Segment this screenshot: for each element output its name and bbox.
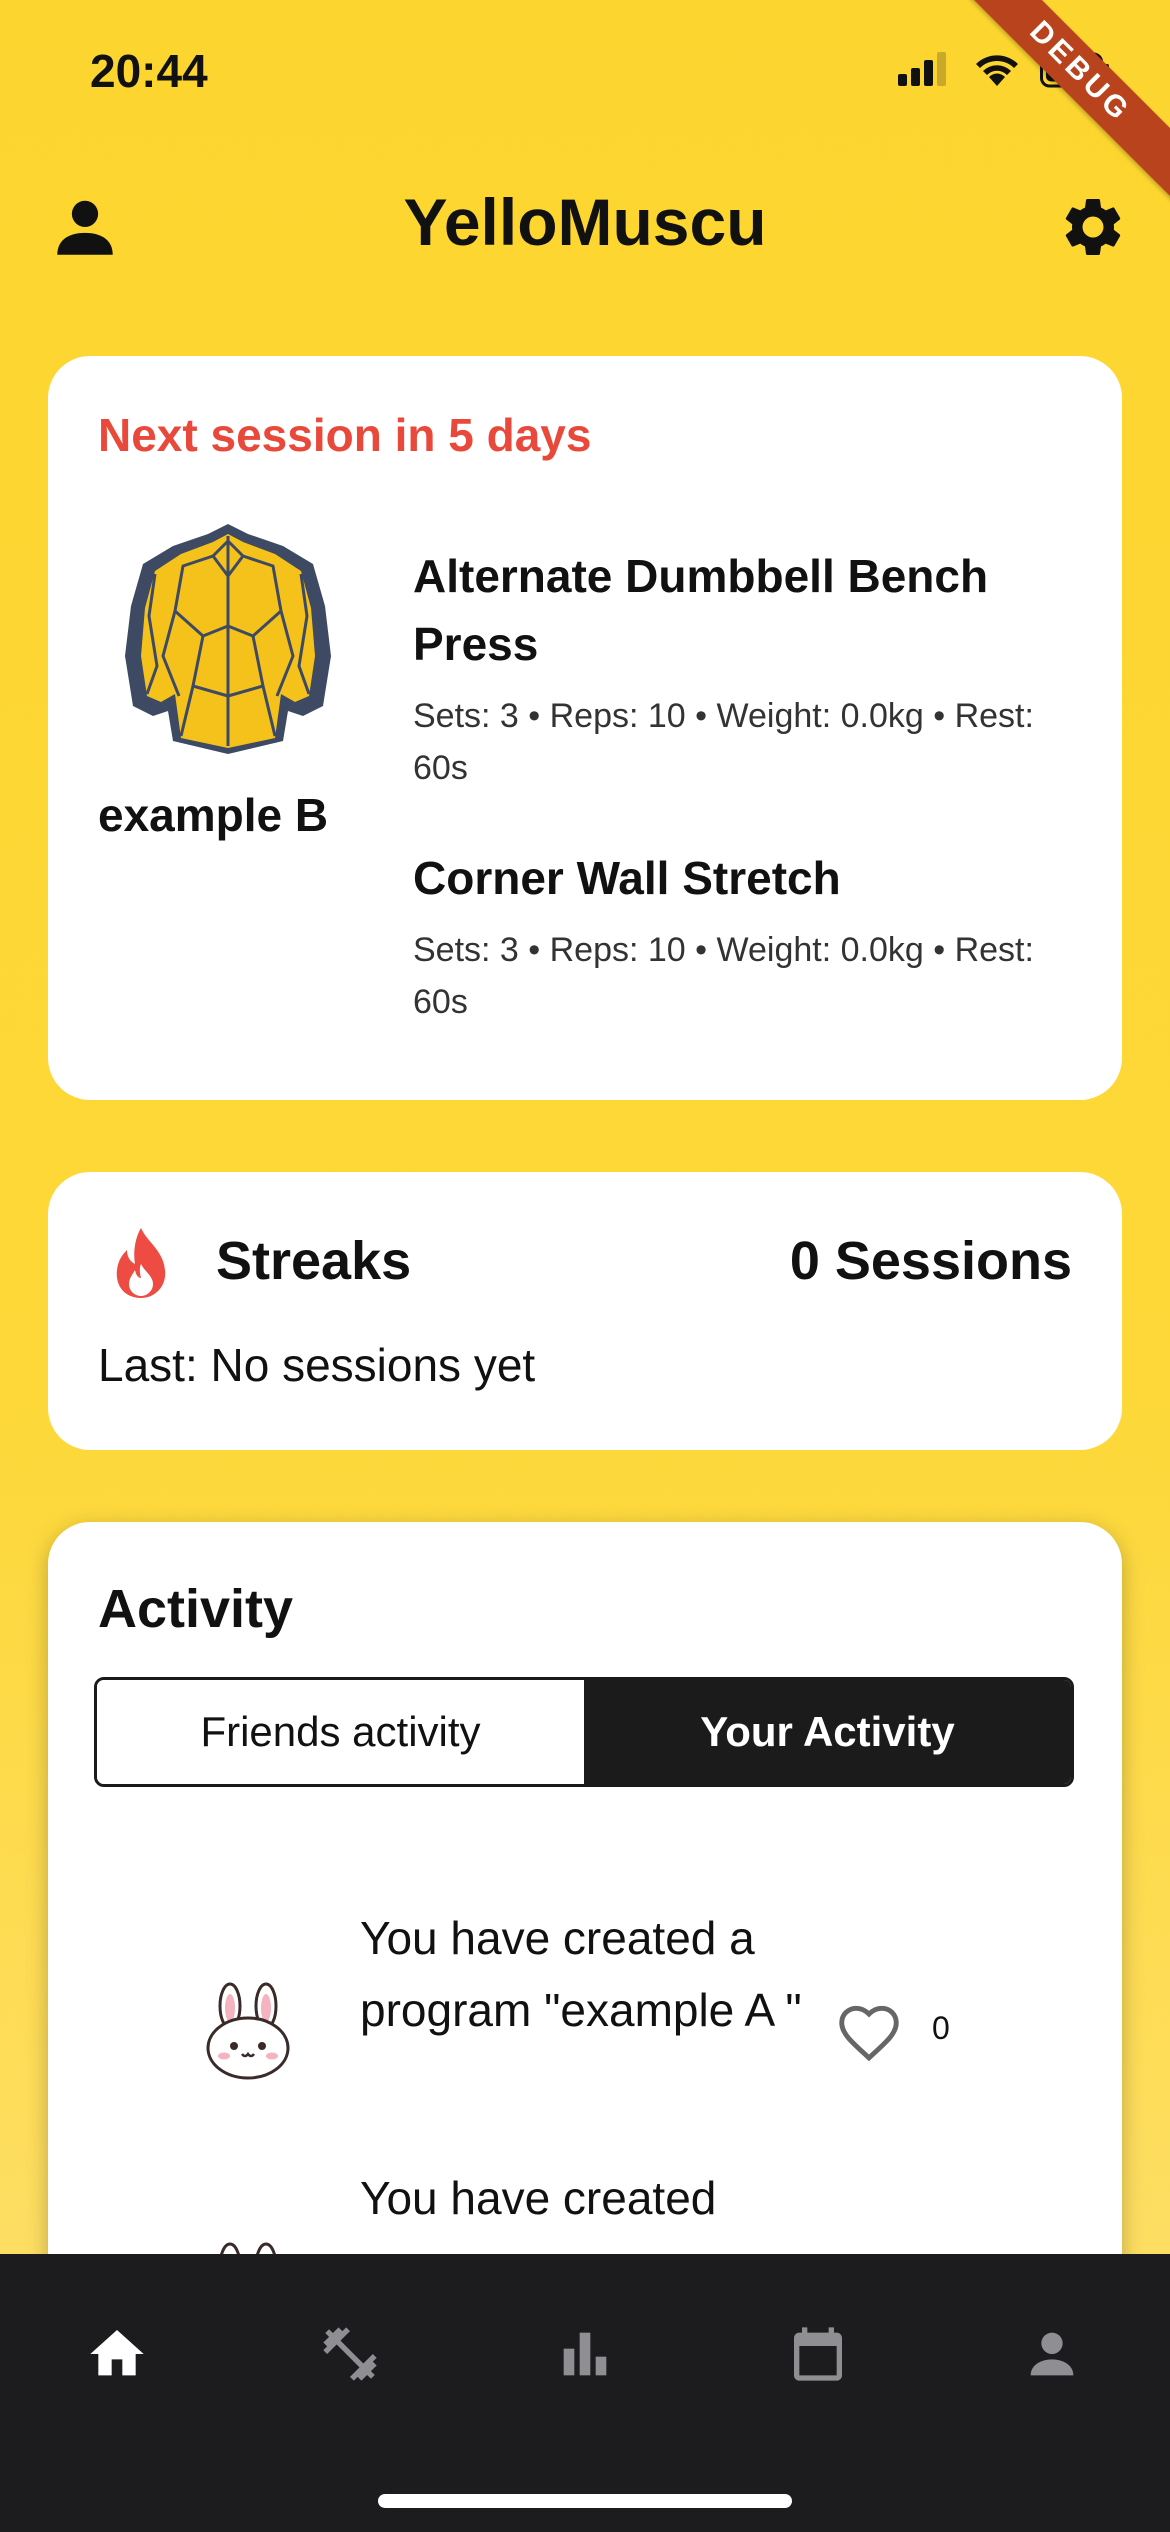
like-count: 0 <box>932 2010 950 2046</box>
program-name: example B <box>98 789 329 841</box>
activity-title: Activity <box>98 1579 294 1639</box>
bottom-navigation <box>0 2254 1170 2532</box>
streaks-card[interactable]: Streaks 0 Sessions Last: No sessions yet <box>48 1172 1122 1450</box>
gear-icon <box>1065 198 1121 255</box>
calendar-icon <box>794 2327 842 2381</box>
bar-chart-icon <box>563 2332 607 2376</box>
exercise-title: Alternate Dumbbell Bench Press <box>413 550 989 670</box>
app-bar: YelloMuscu <box>0 170 1170 280</box>
streaks-count: 0 Sessions <box>789 1231 1072 1291</box>
nav-home[interactable] <box>67 2304 167 2404</box>
tab-friends-activity[interactable]: Friends activity <box>97 1680 584 1784</box>
activity-item: You have created a program "example A " … <box>48 1902 1122 2142</box>
activity-text: You have created a program "example A " <box>360 1912 802 2036</box>
home-indicator <box>378 2494 792 2508</box>
streaks-label: Streaks <box>216 1231 412 1291</box>
exercise-details: Sets: 3 • Reps: 10 • Weight: 0.0kg • Res… <box>413 931 1034 1021</box>
wifi-icon <box>976 55 1018 86</box>
cellular-signal-icon <box>898 52 946 86</box>
nav-profile[interactable] <box>1002 2304 1102 2404</box>
bunny-avatar-icon <box>206 1982 290 2080</box>
exercise-item: Corner Wall Stretch Sets: 3 • Reps: 10 •… <box>413 844 1093 1028</box>
status-bar: 20:44 DEBUG <box>0 0 1170 203</box>
exercise-title: Corner Wall Stretch <box>413 852 841 904</box>
next-session-heading: Next session in 5 days <box>98 409 592 461</box>
person-icon <box>1030 2332 1074 2376</box>
dumbbell-icon <box>323 2327 377 2381</box>
nav-stats[interactable] <box>535 2304 635 2404</box>
exercise-item: Alternate Dumbbell Bench Press Sets: 3 •… <box>413 542 1093 794</box>
app-title: YelloMuscu <box>403 185 767 259</box>
status-time: 20:44 <box>90 45 208 97</box>
settings-button[interactable] <box>1058 192 1128 262</box>
last-session-text: Last: No sessions yet <box>98 1339 536 1391</box>
activity-tabs: Friends activity Your Activity <box>94 1677 1074 1787</box>
flame-icon <box>116 1228 166 1298</box>
home-icon <box>90 2330 144 2376</box>
muscle-torso-icon <box>125 524 331 754</box>
nav-workouts[interactable] <box>300 2304 400 2404</box>
tab-your-activity[interactable]: Your Activity <box>584 1680 1071 1784</box>
activity-text: You have created <box>360 2172 717 2224</box>
next-session-card[interactable]: Next session in 5 days example B Alterna… <box>48 356 1122 1100</box>
heart-icon[interactable] <box>836 2002 902 2062</box>
exercise-details: Sets: 3 • Reps: 10 • Weight: 0.0kg • Res… <box>413 697 1034 787</box>
nav-calendar[interactable] <box>768 2304 868 2404</box>
